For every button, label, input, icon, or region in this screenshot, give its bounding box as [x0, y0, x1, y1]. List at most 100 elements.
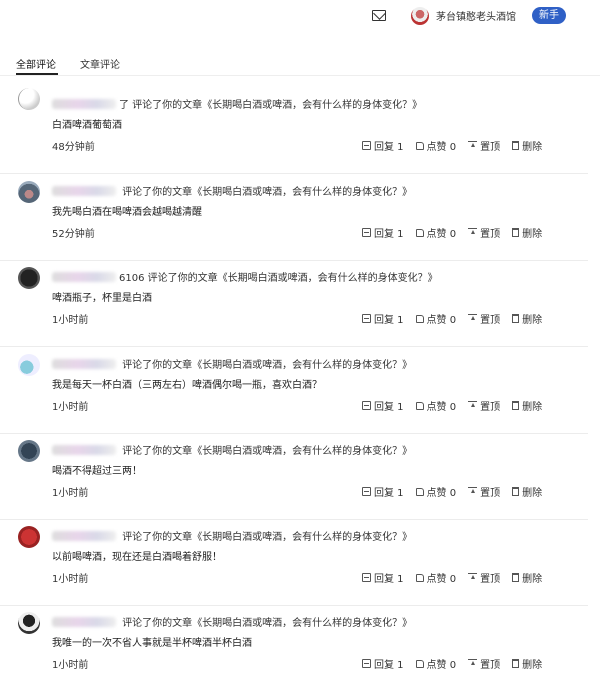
reply-button[interactable]: 回复 1: [362, 570, 404, 585]
delete-label: 删除: [522, 315, 543, 326]
pin-label: 置顶: [480, 315, 501, 326]
comment-header: 评论了你的文章《长期喝白酒或啤酒，会有什么样的身体变化？》: [52, 442, 412, 457]
blurred-username[interactable]: [52, 617, 116, 627]
reply-label: 回复 1: [374, 574, 404, 585]
comment-text: 我唯一的一次不省人事就是半杯啤酒半杯白酒: [52, 638, 252, 649]
reply-label: 回复 1: [374, 142, 404, 153]
comment-item: 评论了你的文章《长期喝白酒或啤酒，会有什么样的身体变化？》 我是每天一杯白酒（三…: [0, 348, 588, 434]
delete-button[interactable]: 删除: [512, 398, 542, 413]
thumbs-up-icon: [415, 659, 424, 668]
commenter-avatar[interactable]: [18, 440, 40, 462]
user-name[interactable]: 茅台镇憨老头酒馆: [436, 8, 516, 23]
commenter-avatar[interactable]: [18, 267, 40, 289]
comment-action: 评论了你的文章: [147, 273, 218, 284]
delete-label: 删除: [522, 229, 543, 240]
reply-button[interactable]: 回复 1: [362, 484, 404, 499]
pin-label: 置顶: [480, 142, 501, 153]
commenter-avatar[interactable]: [18, 526, 40, 548]
pin-button[interactable]: 置顶: [468, 484, 500, 499]
trash-icon: [512, 228, 520, 237]
comment-text: 喝酒不得超过三两！: [52, 466, 142, 477]
pin-button[interactable]: 置顶: [468, 398, 500, 413]
article-link[interactable]: 《长期喝白酒或啤酒，会有什么样的身体变化？》: [218, 273, 438, 284]
delete-button[interactable]: 删除: [512, 656, 542, 671]
comment-time: 1小时前: [52, 315, 89, 326]
commenter-avatar[interactable]: [18, 181, 40, 203]
delete-button[interactable]: 删除: [512, 570, 542, 585]
comment-time: 1小时前: [52, 660, 89, 671]
comment-item: 评论了你的文章《长期喝白酒或啤酒，会有什么样的身体变化？》 我唯一的一次不省人事…: [0, 606, 588, 684]
blurred-username[interactable]: [52, 272, 116, 282]
pin-button[interactable]: 置顶: [468, 656, 500, 671]
comment-action: 评论了你的文章: [132, 100, 203, 111]
newbie-badge[interactable]: 新手: [532, 7, 566, 24]
active-tab-indicator: [16, 73, 58, 75]
user-avatar[interactable]: [411, 7, 429, 25]
like-button[interactable]: 点赞 0: [415, 311, 456, 326]
pin-button[interactable]: 置顶: [468, 225, 500, 240]
blurred-username[interactable]: [52, 359, 116, 369]
delete-button[interactable]: 删除: [512, 311, 542, 326]
username-suffix: 6106: [119, 273, 145, 284]
pin-top-icon: [468, 141, 478, 150]
like-button[interactable]: 点赞 0: [415, 656, 456, 671]
reply-button[interactable]: 回复 1: [362, 311, 404, 326]
trash-icon: [512, 487, 520, 496]
comment-action: 评论了你的文章: [122, 187, 193, 198]
commenter-avatar[interactable]: [18, 354, 40, 376]
article-link[interactable]: 《长期喝白酒或啤酒，会有什么样的身体变化？》: [192, 360, 412, 371]
delete-button[interactable]: 删除: [512, 484, 542, 499]
blurred-username[interactable]: [52, 186, 116, 196]
blurred-username[interactable]: [52, 445, 116, 455]
reply-button[interactable]: 回复 1: [362, 656, 404, 671]
pin-button[interactable]: 置顶: [468, 570, 500, 585]
article-link[interactable]: 《长期喝白酒或啤酒，会有什么样的身体变化？》: [192, 532, 412, 543]
tab-all-comments[interactable]: 全部评论: [16, 56, 56, 71]
like-label: 点赞 0: [426, 488, 457, 499]
like-button[interactable]: 点赞 0: [415, 570, 456, 585]
blurred-username[interactable]: [52, 99, 116, 109]
like-button[interactable]: 点赞 0: [415, 225, 457, 240]
delete-button[interactable]: 删除: [512, 225, 542, 240]
article-link[interactable]: 《长期喝白酒或啤酒，会有什么样的身体变化？》: [192, 446, 412, 457]
reply-icon: [362, 659, 371, 668]
article-link[interactable]: 《长期喝白酒或啤酒，会有什么样的身体变化？》: [192, 187, 412, 198]
like-button[interactable]: 点赞 0: [415, 398, 456, 413]
blurred-username[interactable]: [52, 531, 116, 541]
comment-text: 白酒啤酒葡萄酒: [52, 120, 122, 131]
like-label: 点赞 0: [426, 229, 457, 240]
article-link[interactable]: 《长期喝白酒或啤酒，会有什么样的身体变化？》: [202, 100, 422, 111]
reply-button[interactable]: 回复 1: [362, 138, 404, 153]
delete-button[interactable]: 删除: [512, 138, 542, 153]
reply-button[interactable]: 回复 1: [362, 398, 404, 413]
comment-header: 评论了你的文章《长期喝白酒或啤酒，会有什么样的身体变化？》: [52, 356, 412, 371]
reply-icon: [362, 228, 371, 237]
pin-label: 置顶: [480, 574, 501, 585]
delete-label: 删除: [522, 574, 543, 585]
comment-action: 评论了你的文章: [122, 360, 193, 371]
comment-action: 评论了你的文章: [122, 618, 193, 629]
comment-time: 1小时前: [52, 488, 89, 499]
comment-item: 了 评论了你的文章《长期喝白酒或啤酒，会有什么样的身体变化？》 白酒啤酒葡萄酒 …: [0, 88, 588, 174]
commenter-avatar[interactable]: [18, 612, 40, 634]
pin-button[interactable]: 置顶: [468, 311, 500, 326]
thumbs-up-icon: [415, 487, 424, 496]
comment-item: 评论了你的文章《长期喝白酒或啤酒，会有什么样的身体变化？》 我先喝白酒在喝啤酒会…: [0, 175, 588, 261]
pin-button[interactable]: 置顶: [468, 138, 500, 153]
like-button[interactable]: 点赞 0: [415, 138, 456, 153]
like-button[interactable]: 点赞 0: [415, 484, 457, 499]
trash-icon: [512, 141, 520, 150]
comment-text: 我先喝白酒在喝啤酒会越喝越清醒: [52, 207, 202, 218]
tab-article-comments[interactable]: 文章评论: [80, 56, 120, 71]
comment-time: 52分钟前: [52, 229, 95, 240]
commenter-avatar[interactable]: [18, 88, 40, 110]
reply-icon: [362, 487, 371, 496]
article-link[interactable]: 《长期喝白酒或啤酒，会有什么样的身体变化？》: [192, 618, 412, 629]
pin-label: 置顶: [480, 402, 501, 413]
comment-item: 6106 评论了你的文章《长期喝白酒或啤酒，会有什么样的身体变化？》 啤酒瓶子，…: [0, 261, 588, 347]
pin-top-icon: [468, 228, 478, 237]
mail-icon[interactable]: [372, 10, 386, 21]
comment-text: 我是每天一杯白酒（三两左右）啤酒偶尔喝一瓶，喜欢白酒？: [52, 380, 322, 391]
pin-label: 置顶: [480, 660, 501, 671]
reply-button[interactable]: 回复 1: [362, 225, 404, 240]
